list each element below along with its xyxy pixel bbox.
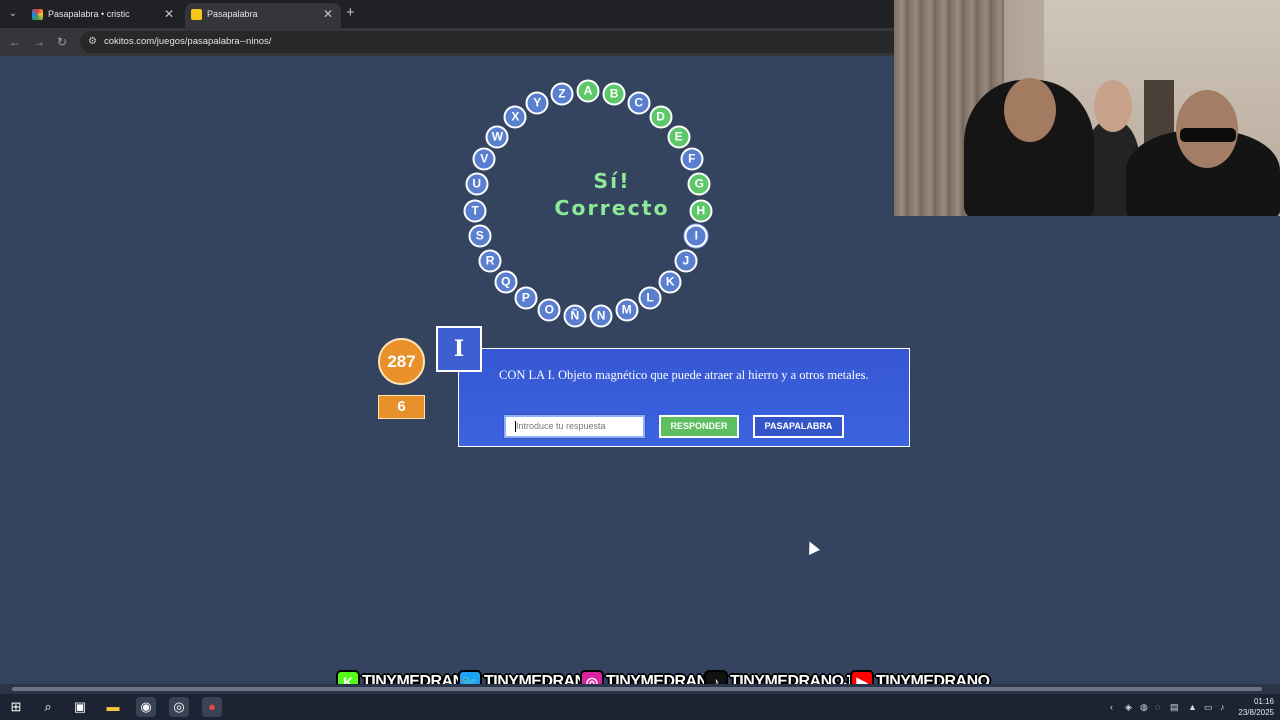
rosco-letter: L: [638, 286, 662, 310]
clock-time: 01:16: [1253, 697, 1274, 706]
rosco-letter: D: [649, 105, 673, 129]
feedback-line-1: Sí!: [593, 169, 631, 193]
tab-search-chevron-icon[interactable]: ⌄: [4, 5, 22, 23]
rosco-letter: S: [468, 224, 492, 248]
site-info-icon[interactable]: ⚙: [88, 34, 97, 50]
tab-pasapalabra-cristic[interactable]: Pasapalabra • cristic ✕: [26, 3, 182, 28]
tab-title: Pasapalabra: [207, 9, 258, 19]
system-clock[interactable]: 01:16 23/8/2025: [1238, 696, 1274, 718]
volume-icon[interactable]: ♪: [1220, 700, 1225, 714]
file-explorer-icon[interactable]: ▬: [103, 697, 123, 717]
respond-button[interactable]: RESPONDER: [659, 415, 739, 438]
rosco-letter: A: [576, 79, 600, 103]
horizontal-scrollbar[interactable]: [0, 684, 1280, 694]
url-text: cokitos.com/juegos/pasapalabra--ninos/: [104, 36, 272, 47]
clock-date: 23/8/2025: [1238, 708, 1274, 717]
rosco-letter: C: [627, 91, 651, 115]
back-arrow-icon[interactable]: ←: [9, 33, 21, 51]
rosco-letter: Y: [525, 91, 549, 115]
search-icon[interactable]: ⌕: [38, 697, 58, 717]
feedback-message: Sí! Correcto: [530, 168, 694, 222]
rosco-letter: Q: [494, 270, 518, 294]
current-letter: I: [436, 326, 482, 372]
tray-app-icon[interactable]: ◌: [1155, 700, 1160, 714]
webcam-sunglasses: [1180, 128, 1236, 142]
windows-taskbar: ⊞ ⌕ ▣ ▬ ◉ ◎ ● ‹ ◈ ◍ ◌ ▤ ▲ ▭ ♪ 01:16 23/8…: [0, 694, 1280, 720]
rosco-letter: X: [503, 105, 527, 129]
chrome-icon[interactable]: ◉: [136, 697, 156, 717]
question-text: CON LA I. Objeto magnético que puede atr…: [499, 368, 869, 382]
rosco-letter: E: [667, 125, 691, 149]
language-icon[interactable]: ▤: [1170, 700, 1179, 714]
rosco-letter: K: [658, 270, 682, 294]
rosco-letter: P: [514, 286, 538, 310]
cokitos-icon: [191, 9, 202, 20]
pasapalabra-button[interactable]: PASAPALABRA: [753, 415, 844, 438]
rosco-letter: V: [472, 147, 496, 171]
rosco-letter: U: [465, 172, 489, 196]
mouse-cursor: [804, 539, 820, 555]
answer-placeholder: Introduce tu respuesta: [516, 421, 606, 431]
rosco-letter: R: [478, 249, 502, 272]
scrollbar-thumb[interactable]: [12, 687, 1262, 691]
answer-input[interactable]: Introduce tu respuesta: [503, 414, 646, 439]
webcam-person-back-head: [1094, 80, 1132, 132]
obs-icon[interactable]: ◎: [169, 697, 189, 717]
correct-counter: 6: [378, 395, 425, 419]
question-panel: CON LA I. Objeto magnético que puede atr…: [458, 348, 910, 447]
feedback-line-2: Correcto: [554, 196, 670, 220]
webcam-feed: [894, 0, 1280, 216]
discord-icon[interactable]: ◈: [1125, 700, 1132, 714]
close-tab-icon[interactable]: ✕: [323, 3, 333, 25]
rosco-letter: I: [684, 224, 708, 248]
nvidia-icon[interactable]: ▲: [1188, 700, 1197, 714]
rosco-letter: B: [602, 82, 626, 106]
new-tab-button[interactable]: +: [346, 4, 355, 22]
task-view-icon[interactable]: ▣: [70, 697, 90, 717]
text-caret: [515, 421, 516, 432]
tab-pasapalabra[interactable]: Pasapalabra ✕: [185, 3, 341, 28]
colorful-icon: [32, 9, 43, 20]
reload-icon[interactable]: ↻: [57, 33, 67, 51]
rosco-letter: T: [463, 199, 487, 223]
steam-icon[interactable]: ◍: [1140, 700, 1148, 714]
time-remaining: 287: [378, 338, 425, 385]
tray-chevron-icon[interactable]: ‹: [1110, 700, 1113, 714]
rosco-letter: N: [589, 304, 613, 328]
network-icon[interactable]: ▭: [1204, 700, 1213, 714]
rosco-letter: J: [674, 249, 698, 272]
webcam-person-left-head: [1004, 78, 1056, 142]
close-tab-icon[interactable]: ✕: [164, 3, 174, 25]
tab-title: Pasapalabra • cristic: [48, 9, 130, 19]
rosco-letter: Ñ: [563, 304, 587, 328]
app-icon[interactable]: ●: [202, 697, 222, 717]
rosco-letter: M: [615, 298, 639, 322]
rosco-letter: W: [485, 125, 509, 149]
windows-start-icon[interactable]: ⊞: [6, 697, 26, 717]
forward-arrow-icon[interactable]: →: [33, 33, 45, 51]
rosco-letter: O: [537, 298, 561, 322]
rosco-letter: Z: [550, 82, 574, 106]
